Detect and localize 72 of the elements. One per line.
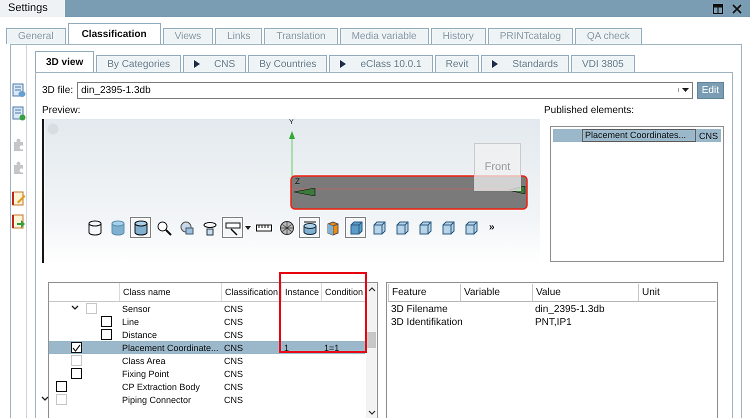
column-header[interactable]: Unit xyxy=(638,284,716,301)
tree-row[interactable]: Placement Coordinate... CNS 1 1=1 xyxy=(49,341,365,354)
table-cell-text: Piping Connector xyxy=(121,394,192,404)
table-cell-text: CNS xyxy=(223,394,244,404)
table-cell: 1 xyxy=(284,342,290,352)
tab[interactable]: Classification xyxy=(68,23,161,44)
tree-row[interactable]: CP Extraction Body CNS xyxy=(49,380,365,393)
published-label: Published elements: xyxy=(544,105,636,116)
solid-cylinder-icon[interactable] xyxy=(130,217,151,238)
table-cell-text: CP Extraction Body xyxy=(121,382,201,392)
checkbox[interactable] xyxy=(56,381,67,392)
table-cell: din_2395-1.3db xyxy=(535,304,605,315)
scroll-up-icon[interactable] xyxy=(368,287,376,292)
checkbox[interactable] xyxy=(71,342,82,353)
caret-icon[interactable] xyxy=(245,226,251,230)
column-header[interactable]: Condition xyxy=(321,283,365,301)
tab[interactable]: Revit xyxy=(434,55,480,72)
maximize-icon[interactable] xyxy=(713,4,723,14)
scroll-down-icon[interactable] xyxy=(368,410,376,415)
table-cell-text: Fixing Point xyxy=(121,368,170,378)
measure-icon[interactable] xyxy=(222,217,243,238)
column-header[interactable]: Classification xyxy=(221,283,281,301)
list-add-icon[interactable] xyxy=(12,106,26,121)
dropdown-caret-icon xyxy=(678,88,689,92)
table-cell-text: Line xyxy=(121,316,140,326)
scrollbar[interactable] xyxy=(366,283,377,418)
table-cell: 1=1 xyxy=(324,342,340,352)
cone-marker-icon xyxy=(294,188,316,196)
edit-document-icon[interactable] xyxy=(12,191,26,206)
more-tools-button[interactable]: » xyxy=(489,222,495,233)
tab[interactable]: By Countries xyxy=(248,55,328,72)
checkbox[interactable] xyxy=(71,368,82,379)
tab[interactable]: VDI 3805 xyxy=(570,55,635,72)
column-header[interactable]: Class name xyxy=(119,283,221,301)
export-document-icon[interactable] xyxy=(12,214,26,229)
table-cell: 3D Identifikation xyxy=(391,317,463,328)
file-dropdown[interactable]: din_2395-1.3db xyxy=(77,82,693,98)
dimension-cylinder-icon[interactable] xyxy=(299,217,320,238)
table-cell-text: CNS xyxy=(223,368,244,378)
table-cell: 3D Filename xyxy=(391,304,448,315)
table-cell-text: CNS xyxy=(223,342,244,352)
table-cell-text: CNS xyxy=(223,304,244,314)
table-cell-text: CNS xyxy=(223,330,244,340)
column-header[interactable]: Value xyxy=(532,284,638,301)
tree-row[interactable]: Fixing Point CNS xyxy=(49,367,365,380)
close-icon[interactable] xyxy=(732,4,742,14)
table-cell-text: Placement Coordinate... xyxy=(121,342,220,352)
table-cell-text: Class Area xyxy=(121,356,167,366)
table-cell: Placement Coordinates... xyxy=(582,129,696,142)
table-cell-text: CNS xyxy=(223,356,244,366)
column-header[interactable]: Variable xyxy=(460,284,532,301)
z-axis-label: Z xyxy=(295,177,300,186)
table-cell-text: Sensor xyxy=(121,304,152,314)
tab[interactable]: Standards xyxy=(481,55,569,72)
table-cell-text: CNS xyxy=(698,130,718,140)
column-header[interactable]: Instance xyxy=(281,283,321,301)
database-list-icon[interactable] xyxy=(12,83,26,98)
table-cell-text: CNS xyxy=(223,316,244,326)
scrollbar-thumb[interactable] xyxy=(367,332,376,348)
table-cell: PNT,IP1 xyxy=(535,317,572,328)
table-cell-text: CNS xyxy=(223,382,244,392)
tab[interactable]: 3D view xyxy=(35,51,94,72)
file-label: 3D file: xyxy=(42,84,74,96)
tab[interactable]: By Categories xyxy=(96,55,182,72)
table-cell-text: Distance xyxy=(121,330,158,340)
published-row[interactable]: Placement Coordinates... CNS xyxy=(553,129,721,142)
cube-icon[interactable] xyxy=(345,217,366,238)
column-header[interactable]: Feature xyxy=(388,284,460,301)
tab[interactable]: CNS xyxy=(183,55,246,72)
preview-label: Preview: xyxy=(42,105,82,116)
window-title: Settings xyxy=(0,0,65,17)
tab[interactable]: eClass 10.0.1 xyxy=(329,55,433,72)
